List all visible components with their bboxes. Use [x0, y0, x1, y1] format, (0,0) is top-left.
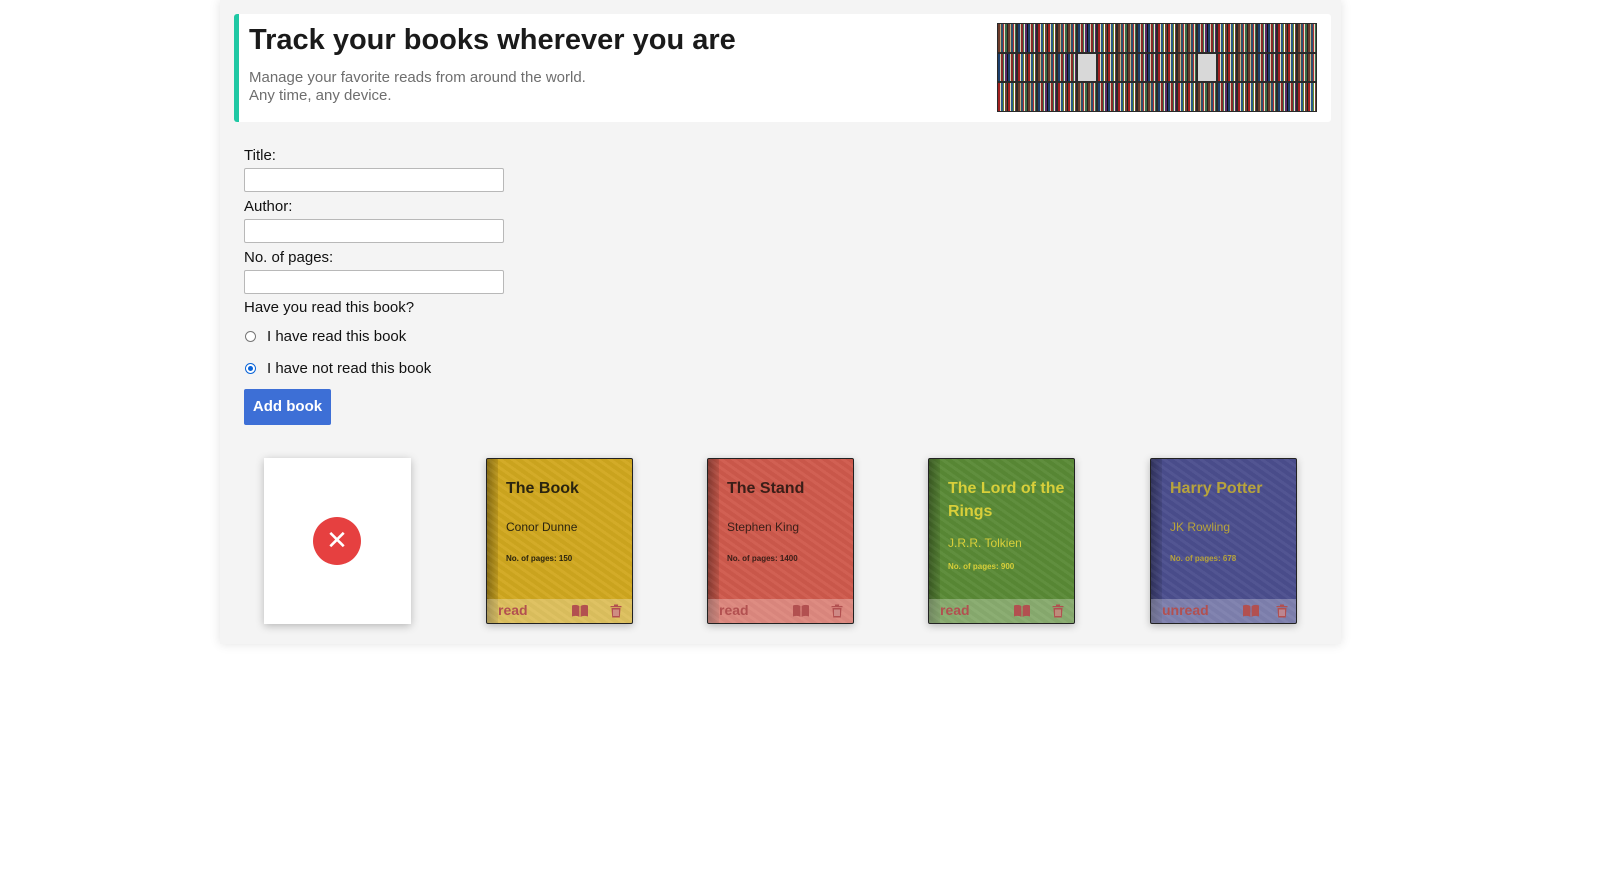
book-pages: No. of pages: 678: [1170, 554, 1237, 563]
empty-book-card[interactable]: ✕: [264, 458, 411, 624]
book-footer: unread: [1151, 599, 1296, 623]
read-status-toggle[interactable]: read: [940, 602, 970, 618]
title-input[interactable]: [244, 168, 504, 192]
book-author: J.R.R. Tolkien: [948, 536, 1022, 550]
trash-icon[interactable]: [610, 604, 622, 618]
book-pages: No. of pages: 1400: [727, 554, 798, 563]
radio-not-read[interactable]: [245, 363, 256, 374]
book-open-icon[interactable]: [792, 604, 810, 618]
book-card: The Lord of the Rings J.R.R. Tolkien No.…: [928, 458, 1075, 624]
bookshelf-image: [997, 23, 1317, 112]
page-title: Track your books wherever you are: [249, 24, 736, 56]
book-open-icon[interactable]: [1013, 604, 1031, 618]
read-status-toggle[interactable]: unread: [1162, 602, 1209, 618]
read-question-label: Have you read this book?: [244, 299, 415, 316]
trash-icon[interactable]: [1276, 604, 1288, 618]
book-author: Conor Dunne: [506, 520, 578, 534]
trash-icon[interactable]: [1052, 604, 1064, 618]
book-footer: read: [487, 599, 632, 623]
book-author: Stephen King: [727, 520, 800, 534]
book-open-icon[interactable]: [571, 604, 589, 618]
title-label: Title:: [244, 147, 276, 164]
app-container: Track your books wherever you are Manage…: [220, 0, 1341, 644]
radio-read-label[interactable]: I have read this book: [267, 328, 406, 345]
pages-label: No. of pages:: [244, 249, 334, 266]
book-title: Harry Potter: [1170, 480, 1263, 497]
pages-input[interactable]: [244, 270, 504, 294]
radio-read[interactable]: [245, 331, 256, 342]
radio-not-read-label[interactable]: I have not read this book: [267, 360, 431, 377]
subtitle-line-1: Manage your favorite reads from around t…: [249, 69, 586, 86]
trash-icon[interactable]: [831, 604, 843, 618]
read-status-toggle[interactable]: read: [719, 602, 749, 618]
add-book-button[interactable]: Add book: [244, 389, 331, 425]
book-card: Harry Potter JK Rowling No. of pages: 67…: [1150, 458, 1297, 624]
author-label: Author:: [244, 198, 293, 215]
book-footer: read: [708, 599, 853, 623]
read-status-toggle[interactable]: read: [498, 602, 528, 618]
book-open-icon[interactable]: [1242, 604, 1260, 618]
book-footer: read: [929, 599, 1074, 623]
close-icon[interactable]: ✕: [313, 517, 361, 565]
header-banner: Track your books wherever you are Manage…: [234, 14, 1331, 122]
book-author: JK Rowling: [1170, 520, 1231, 534]
book-card: The Stand Stephen King No. of pages: 140…: [707, 458, 854, 624]
book-title: The Lord of the Rings: [948, 480, 1065, 520]
book-pages: No. of pages: 150: [506, 554, 573, 563]
book-title: The Book: [506, 480, 579, 497]
author-input[interactable]: [244, 219, 504, 243]
book-card: The Book Conor Dunne No. of pages: 150 r…: [486, 458, 633, 624]
subtitle-line-2: Any time, any device.: [249, 87, 392, 104]
book-pages: No. of pages: 900: [948, 562, 1015, 571]
book-title: The Stand: [727, 480, 805, 497]
